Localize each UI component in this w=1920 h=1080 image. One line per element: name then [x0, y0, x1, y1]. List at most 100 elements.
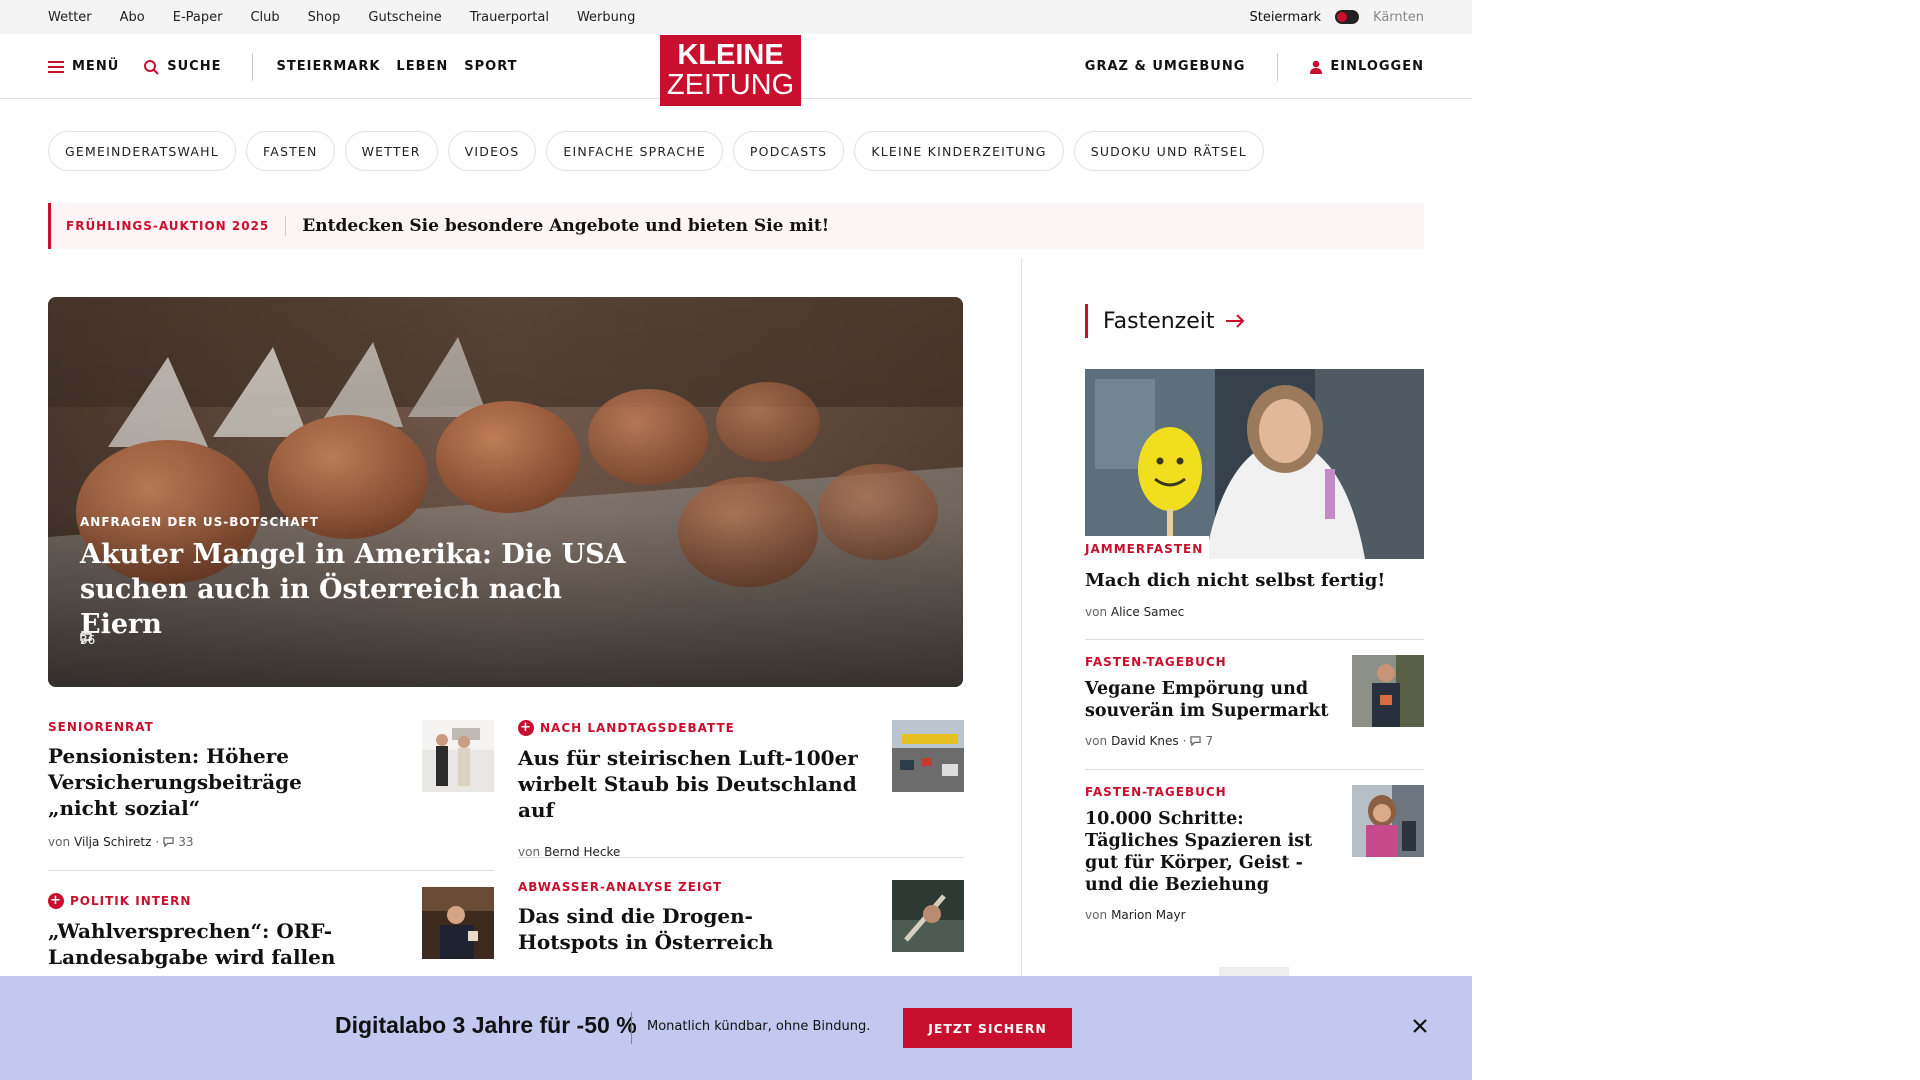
utility-bar: Wetter Abo E-Paper Club Shop Gutscheine … — [0, 0, 1472, 34]
sidebar-item-meta: von Marion Mayr — [1085, 908, 1424, 922]
hero-comments[interactable]: 36 — [80, 633, 95, 647]
region-steiermark[interactable]: Steiermark — [1249, 10, 1321, 25]
chip-sudoku[interactable]: SUDOKU UND RÄTSEL — [1073, 131, 1264, 171]
region-toggle[interactable] — [1335, 10, 1360, 24]
article-luft-100er[interactable]: + NACH LANDTAGSDEBATTE Aus für steirische… — [518, 720, 964, 859]
header-nav: STEIERMARK LEBEN SPORT — [277, 59, 518, 74]
article-thumbnail[interactable] — [892, 720, 964, 792]
search-button[interactable]: SUCHE — [143, 59, 221, 75]
sidebar-feature-image[interactable] — [1085, 369, 1424, 559]
login-label: EINLOGGEN — [1330, 59, 1424, 74]
utility-link-gutscheine[interactable]: Gutscheine — [368, 10, 441, 25]
chip-einfache-sprache[interactable]: EINFACHE SPRACHE — [546, 131, 723, 171]
region-switch: Steiermark Kärnten — [1249, 0, 1424, 34]
sidebar-heading-label: Fastenzeit — [1103, 308, 1215, 334]
sidebar-feature-title[interactable]: Mach dich nicht selbst fertig! — [1085, 570, 1385, 591]
banner-close-button[interactable] — [1408, 1014, 1432, 1038]
nav-steiermark[interactable]: STEIERMARK — [277, 59, 381, 74]
article-drogen-hotspots[interactable]: ABWASSER-ANALYSE ZEIGT Das sind die Drog… — [518, 880, 964, 955]
article-title[interactable]: Das sind die Drogen-Hotspots in Österrei… — [518, 903, 788, 955]
article-meta: von Vilja Schiretz · 33 — [48, 835, 494, 849]
sidebar-heading[interactable]: Fastenzeit — [1085, 304, 1245, 338]
comment-icon — [163, 837, 174, 847]
hamburger-icon — [48, 60, 64, 73]
header-right: GRAZ & UMGEBUNG EINLOGGEN — [1085, 34, 1424, 99]
article-thumbnail[interactable] — [422, 887, 494, 959]
promo-tag: FRÜHLINGS-AUKTION 2025 — [51, 216, 287, 236]
comment-count[interactable]: 7 — [1205, 734, 1213, 748]
utility-link-shop[interactable]: Shop — [308, 10, 341, 25]
thumbnail-image — [422, 720, 494, 792]
chip-videos[interactable]: VIDEOS — [447, 131, 537, 171]
utility-link-wetter[interactable]: Wetter — [48, 10, 92, 25]
utility-link-abo[interactable]: Abo — [120, 10, 145, 25]
chip-kinderzeitung[interactable]: KLEINE KINDERZEITUNG — [854, 131, 1064, 171]
sidebar-separator — [1085, 769, 1424, 770]
banner-cta-button[interactable]: JETZT SICHERN — [903, 1008, 1072, 1048]
chip-wetter[interactable]: WETTER — [344, 131, 438, 171]
sidebar-separator — [1085, 639, 1424, 640]
menu-label: MENÜ — [72, 59, 120, 74]
byline-prefix: von — [1085, 908, 1108, 922]
chip-gemeinderatswahl[interactable]: GEMEINDERATSWAHL — [48, 131, 236, 171]
region-kaernten[interactable]: Kärnten — [1373, 10, 1424, 25]
chip-fasten[interactable]: FASTEN — [245, 131, 335, 171]
article-orf-landesabgabe[interactable]: + POLITIK INTERN „Wahlversprechen“: ORF-L… — [48, 887, 494, 970]
article-title[interactable]: „Wahlversprechen“: ORF-Landesabgabe wird… — [48, 918, 338, 970]
chip-podcasts[interactable]: PODCASTS — [732, 131, 845, 171]
nav-leben[interactable]: LEBEN — [396, 59, 448, 74]
author-name[interactable]: Alice Samec — [1111, 605, 1184, 619]
promo-bar[interactable]: FRÜHLINGS-AUKTION 2025 Entdecken Sie bes… — [48, 203, 1424, 249]
sidebar-item-title[interactable]: Vegane Empörung und souverän im Supermar… — [1085, 678, 1330, 722]
article-title[interactable]: Aus für steirischen Luft-100er wirbelt S… — [518, 745, 868, 823]
byline-prefix: von — [1085, 734, 1108, 748]
hero-kicker: ANFRAGEN DER US-BOTSCHAFT — [80, 515, 319, 529]
sidebar-item-10000-schritte[interactable]: FASTEN-TAGEBUCH 10.000 Schritte: Täglich… — [1085, 785, 1424, 922]
sidebar-feature-meta: von Alice Samec — [1085, 605, 1184, 619]
utility-link-club[interactable]: Club — [250, 10, 279, 25]
utility-link-epaper[interactable]: E-Paper — [173, 10, 223, 25]
banner-headline: Digitalabo 3 Jahre für -50 % — [335, 1012, 637, 1038]
menu-button[interactable]: MENÜ — [48, 59, 119, 74]
utility-link-werbung[interactable]: Werbung — [577, 10, 635, 25]
arrow-right-icon — [1225, 314, 1244, 328]
thumbnail-image — [422, 887, 494, 959]
article-title[interactable]: Pensionisten: Höhere Versicherungsbeiträ… — [48, 743, 378, 821]
user-icon — [1310, 60, 1323, 74]
article-thumbnail[interactable] — [422, 720, 494, 792]
article-thumbnail[interactable] — [892, 880, 964, 952]
login-button[interactable]: EINLOGGEN — [1310, 59, 1424, 74]
plus-icon: + — [518, 720, 534, 736]
sidebar-item-thumbnail[interactable] — [1352, 785, 1424, 857]
comment-count[interactable]: 33 — [178, 835, 193, 849]
feature-image — [1085, 369, 1424, 559]
column-divider — [1021, 258, 1022, 978]
sidebar-item-thumbnail[interactable] — [1352, 655, 1424, 727]
logo-line-2: ZEITUNG — [666, 69, 795, 101]
site-logo[interactable]: KLEINE ZEITUNG — [660, 35, 801, 106]
meta-dot: · — [1182, 734, 1187, 748]
thumbnail-image — [1352, 785, 1424, 857]
topic-chips: GEMEINDERATSWAHL FASTEN WETTER VIDEOS EI… — [48, 131, 1264, 171]
hero-title[interactable]: Akuter Mangel in Amerika: Die USA suchen… — [80, 537, 640, 642]
author-name[interactable]: Marion Mayr — [1111, 908, 1185, 922]
sidebar-item-title[interactable]: 10.000 Schritte: Tägliches Spazieren ist… — [1085, 808, 1330, 896]
banner-subtext: Monatlich kündbar, ohne Bindung. — [647, 1019, 871, 1034]
byline-prefix: von — [1085, 605, 1108, 619]
plus-icon: + — [48, 893, 64, 909]
article-kicker-label: SENIORENRAT — [48, 720, 154, 734]
nav-sport[interactable]: SPORT — [464, 59, 517, 74]
thumbnail-image — [1352, 655, 1424, 727]
article-separator — [48, 870, 494, 871]
utility-link-trauerportal[interactable]: Trauerportal — [470, 10, 549, 25]
meta-dot: · — [155, 835, 160, 849]
logo-line-1: KLEINE — [677, 39, 784, 71]
comment-icon — [1190, 736, 1202, 746]
sidebar-item-vegane-empoerung[interactable]: FASTEN-TAGEBUCH Vegane Empörung und souv… — [1085, 655, 1424, 748]
location-link[interactable]: GRAZ & UMGEBUNG — [1085, 59, 1246, 74]
sidebar-item-meta: von David Knes · 7 — [1085, 734, 1424, 748]
author-name[interactable]: David Knes — [1111, 734, 1179, 748]
article-seniorenrat[interactable]: SENIORENRAT Pensionisten: Höhere Versich… — [48, 720, 494, 871]
hero-article[interactable]: ANFRAGEN DER US-BOTSCHAFT Akuter Mangel … — [48, 297, 963, 687]
author-name[interactable]: Vilja Schiretz — [74, 835, 151, 849]
